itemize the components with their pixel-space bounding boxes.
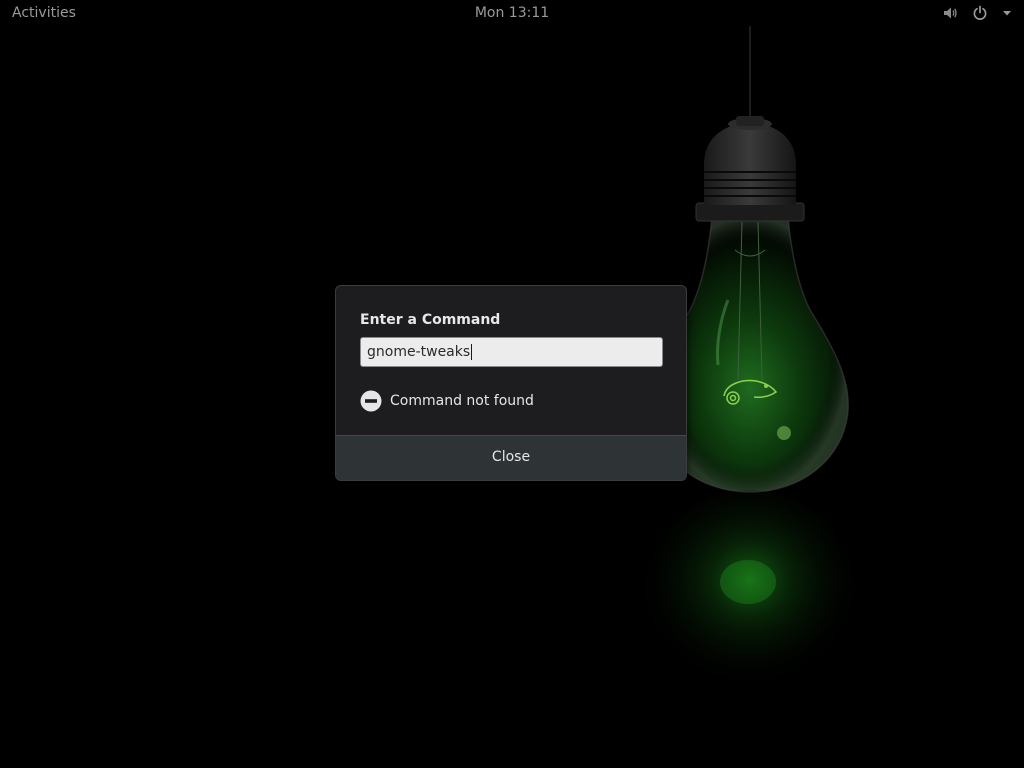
top-bar: Activities Mon 13:11 — [0, 0, 1024, 26]
command-input-value: gnome-tweaks — [367, 344, 471, 360]
run-command-dialog: Enter a Command gnome-tweaks Command not… — [335, 285, 687, 481]
system-status-area[interactable] — [942, 3, 1012, 23]
close-button[interactable]: Close — [336, 435, 686, 480]
clock[interactable]: Mon 13:11 — [462, 4, 562, 22]
dialog-title: Enter a Command — [360, 312, 501, 328]
error-icon — [360, 390, 382, 412]
volume-icon — [942, 5, 958, 21]
chevron-down-icon — [1002, 8, 1012, 18]
desktop: Activities Mon 13:11 Enter a Command gno… — [0, 0, 1024, 768]
text-caret — [471, 344, 473, 360]
power-icon — [972, 5, 988, 21]
command-input[interactable]: gnome-tweaks — [360, 337, 663, 367]
error-message-row: Command not found — [360, 390, 534, 412]
error-text: Command not found — [390, 393, 534, 409]
activities-button[interactable]: Activities — [12, 4, 76, 22]
